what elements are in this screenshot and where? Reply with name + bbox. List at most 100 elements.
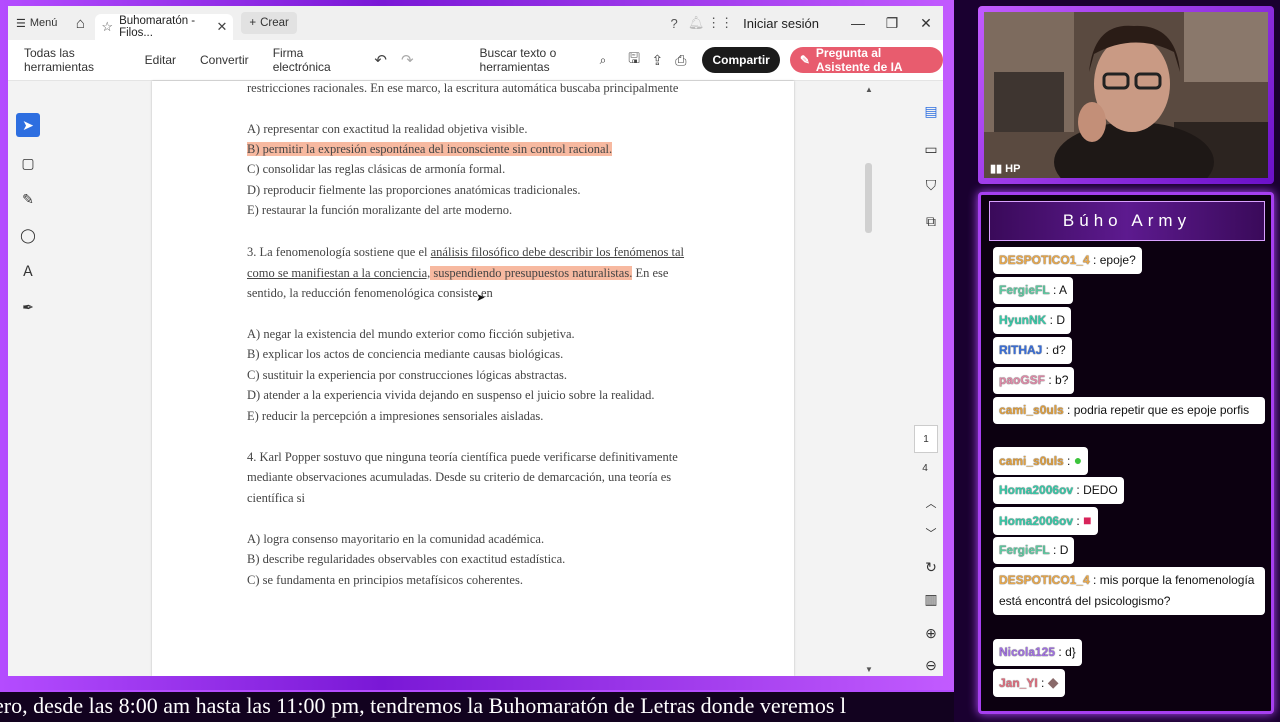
page-down-icon[interactable]: ﹀ (920, 525, 942, 541)
green-emote-icon: ● (1073, 452, 1083, 468)
scroll-thumb[interactable] (865, 163, 872, 233)
chat-message: DESPOTICO1_4 : mis porque la fenomenolog… (993, 567, 1265, 615)
underline-annotation[interactable]: análisis filosófico debe describir los f… (431, 245, 684, 259)
highlight-annotation[interactable]: suspendiendo presupuestos naturalistas. (430, 266, 633, 280)
menu-button[interactable]: ☰ Menú (8, 6, 65, 40)
doc-line: C) se fundamenta en principios metafísic… (247, 573, 523, 587)
search-icon: ⌕ (599, 52, 607, 67)
upload-cloud-icon[interactable]: ⇪ (646, 52, 669, 69)
undo-icon[interactable]: ↶ (374, 51, 387, 69)
document-info-icon[interactable]: ▥ (920, 591, 942, 608)
doc-line: científica si (247, 491, 305, 505)
home-icon[interactable]: ⌂ (65, 6, 95, 40)
pages-icon[interactable]: ⧉ (920, 213, 942, 230)
scroll-up-icon[interactable]: ▲ (863, 85, 875, 94)
chat-username: DESPOTICO1_4 (999, 253, 1090, 267)
menu-label: Menú (29, 17, 58, 29)
save-icon[interactable]: 🖫 (622, 48, 645, 72)
doc-line: E) restaurar la función moralizante del … (247, 203, 513, 217)
ai-assistant-button[interactable]: ✎ Pregunta al Asistente de IA (789, 46, 943, 74)
webcam-badge-label: HP (1005, 163, 1021, 175)
print-icon[interactable]: ⎙ (669, 52, 692, 69)
tool-edit[interactable]: Editar (137, 53, 184, 67)
search-tools-button[interactable]: Buscar texto o herramientas ⌕ (480, 46, 607, 74)
underline-annotation[interactable]: como se manifiestan a la conciencia, (247, 266, 430, 280)
doc-text: 3. La fenomenología sostiene que el (247, 245, 431, 259)
maximize-icon[interactable]: ❐ (875, 15, 909, 32)
chat-username: FergieFL (999, 283, 1050, 297)
select-cursor-icon[interactable]: ➤ (16, 113, 40, 137)
chat-panel: Búho Army DESPOTICO1_4 : epoje? FergieFL… (978, 192, 1274, 714)
left-tool-rail: ➤ ▢ ✎ ◯ Ａ ✒ (8, 81, 48, 676)
doc-line: restricciones racionales. En ese marco, … (247, 81, 679, 95)
chat-text: DEDO (1083, 483, 1118, 497)
refresh-icon[interactable]: ↻ (920, 559, 942, 576)
chat-username: FergieFL (999, 543, 1050, 557)
zoom-in-icon[interactable]: ⊕ (920, 625, 942, 642)
doc-line: D) reproducir fielmente las proporciones… (247, 183, 581, 197)
webcam-feed: ▮▮ HP (984, 12, 1268, 178)
chat-message: Homa2006ov : ■ (993, 507, 1098, 535)
tab-document[interactable]: ☆ Buhomaratón - Filos... ✕ (95, 14, 234, 40)
close-tab-icon[interactable]: ✕ (217, 19, 228, 35)
highlight-annotation[interactable]: B) permitir la expresión espontánea del … (247, 142, 613, 156)
share-button[interactable]: Compartir (702, 47, 780, 73)
hamburger-icon: ☰ (16, 17, 26, 30)
doc-line: 4. Karl Popper sostuvo que ninguna teorí… (247, 450, 678, 464)
tool-esign[interactable]: Firma electrónica (265, 46, 353, 74)
doc-line: sentido, la reducción fenomenológica con… (247, 286, 493, 300)
pdf-page[interactable]: restricciones racionales. En ese marco, … (152, 81, 794, 676)
chat-title: Búho Army (989, 201, 1265, 241)
chat-text: d? (1052, 343, 1066, 357)
bookmark-icon[interactable]: ⛉ (920, 177, 942, 194)
scroll-down-icon[interactable]: ▼ (863, 665, 875, 674)
ai-summary-icon[interactable]: ▤ (920, 103, 942, 120)
ai-chat-icon: ✎ (799, 53, 810, 67)
tool-convert[interactable]: Convertir (192, 53, 257, 67)
tool-all-tools[interactable]: Todas las herramientas (16, 46, 129, 74)
chat-message: FergieFL : A (993, 277, 1074, 304)
help-icon[interactable]: ? (663, 16, 685, 31)
chat-message: Nicola125 : d} (993, 639, 1082, 666)
new-tab-button[interactable]: + Crear (241, 12, 297, 34)
text-select-icon[interactable]: Ａ (16, 259, 40, 283)
webcam-frame: ▮▮ HP (978, 6, 1274, 184)
chat-message: Homa2006ov : DEDO (993, 477, 1124, 504)
search-tools-label: Buscar texto o herramientas (479, 46, 557, 74)
title-bar-right: ? 🔔︎ ⋮⋮ Iniciar sesión — ❐ ✕ (663, 6, 943, 40)
add-comment-icon[interactable]: ▢ (16, 151, 40, 175)
document-viewport: restricciones racionales. En ese marco, … (48, 81, 903, 676)
chat-username: paoGSF (999, 373, 1046, 387)
page-up-icon[interactable]: ︿ (920, 495, 942, 511)
webcam-image (984, 12, 1268, 178)
lasso-icon[interactable]: ◯ (16, 223, 40, 247)
doc-line: B) explicar los actos de conciencia medi… (247, 347, 564, 361)
chat-text: D (1059, 543, 1069, 557)
signin-link[interactable]: Iniciar sesión (743, 16, 819, 31)
close-window-icon[interactable]: ✕ (909, 15, 943, 32)
chat-username: Nicola125 (999, 645, 1056, 659)
apps-grid-icon[interactable]: ⋮⋮ (707, 15, 733, 31)
sign-icon[interactable]: ✒ (16, 295, 40, 319)
zoom-out-icon[interactable]: ⊖ (920, 657, 942, 674)
doc-line-q3-1: 3. La fenomenología sostiene que el anál… (247, 244, 684, 260)
red-emote-icon: ■ (1083, 512, 1092, 528)
pen-icon[interactable]: ✎ (16, 187, 40, 211)
star-icon[interactable]: ☆ (101, 19, 113, 35)
doc-line-highlighted: B) permitir la expresión espontánea del … (247, 141, 613, 157)
chat-username: Homa2006ov (999, 483, 1074, 497)
doc-line: D) atender a la experiencia vivida dejan… (247, 388, 655, 402)
chat-message: cami_s0uls : podria repetir que es epoje… (993, 397, 1265, 424)
right-tool-rail: ▤ ▭ ⛉ ⧉ 1 4 ︿ ﹀ ↻ ▥ ⊕ ⊖ (875, 81, 943, 676)
vertical-scrollbar[interactable]: ▲ ▼ (863, 81, 875, 676)
news-ticker: ero, desde las 8:00 am hasta las 11:00 p… (0, 690, 954, 722)
comments-icon[interactable]: ▭ (920, 141, 942, 158)
redo-icon[interactable]: ↷ (401, 51, 414, 69)
minimize-icon[interactable]: — (841, 15, 875, 31)
current-page-field[interactable]: 1 (914, 425, 938, 453)
ticker-text: ero, desde las 8:00 am hasta las 11:00 p… (0, 693, 847, 718)
share-label: Compartir (712, 53, 770, 67)
title-bar: ☰ Menú ⌂ ☆ Buhomaratón - Filos... ✕ + Cr… (8, 6, 943, 40)
bell-icon[interactable]: 🔔︎ (685, 15, 707, 31)
chat-message: Jan_YI : ◆ (993, 669, 1065, 697)
